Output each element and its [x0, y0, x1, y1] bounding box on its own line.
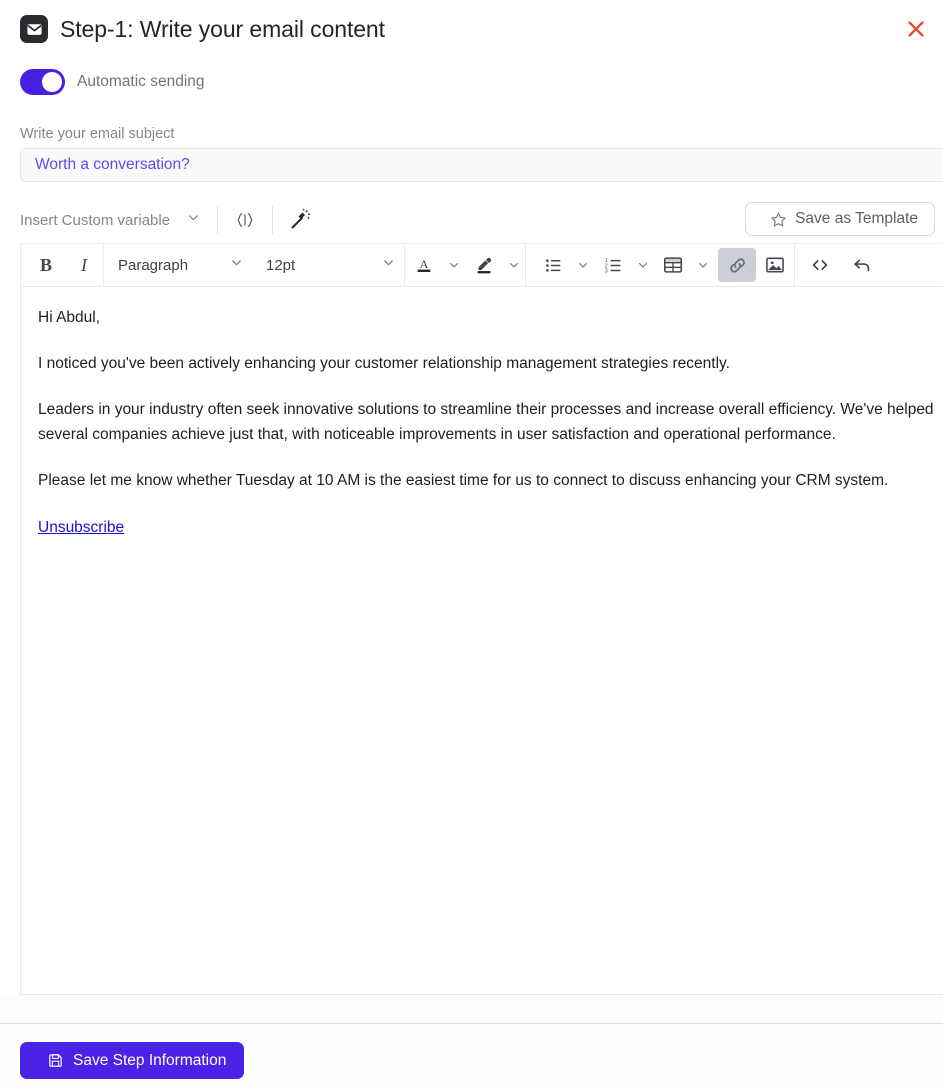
editor-bottom-gap: [0, 995, 943, 1023]
chevron-down-icon: [381, 255, 396, 275]
font-size-value: 12pt: [266, 256, 296, 274]
automatic-sending-label: Automatic sending: [77, 73, 205, 90]
toolbar-group-format: Paragraph 12pt: [104, 244, 404, 287]
star-icon: [770, 211, 787, 228]
email-paragraph-1: I noticed you've been actively enhancing…: [38, 355, 730, 373]
text-color-icon[interactable]: A: [405, 248, 443, 282]
mail-icon: [20, 15, 48, 43]
save-step-information-label: Save Step Information: [73, 1051, 227, 1069]
subject-value: Worth a conversation?: [35, 156, 190, 173]
automatic-sending-row: Automatic sending: [20, 69, 205, 95]
subject-label: Write your email subject: [20, 126, 175, 142]
curly-braces-icon[interactable]: [218, 203, 272, 237]
email-body-editor[interactable]: Hi Abdul, I noticed you've been actively…: [21, 287, 943, 995]
toolbar-group-misc: [795, 244, 881, 287]
svg-text:A: A: [420, 257, 429, 271]
rich-text-editor: B I Paragraph 12pt A 1 2 3 Hi Abdul, I n…: [20, 243, 943, 995]
numbered-list-icon[interactable]: 1 2 3: [594, 248, 632, 282]
highlight-color-icon[interactable]: [465, 248, 503, 282]
undo-icon[interactable]: [843, 248, 881, 282]
bullet-list-chevron-down-icon[interactable]: [572, 248, 594, 282]
highlight-color-chevron-down-icon[interactable]: [503, 248, 525, 282]
bold-button[interactable]: B: [27, 248, 65, 282]
dialog-header: Step-1: Write your email content: [20, 10, 927, 48]
text-color-chevron-down-icon[interactable]: [443, 248, 465, 282]
table-chevron-down-icon[interactable]: [692, 248, 714, 282]
floppy-disk-icon: [47, 1052, 64, 1069]
dialog-footer: Save Step Information: [0, 1024, 943, 1085]
source-code-icon[interactable]: [801, 248, 839, 282]
save-as-template-label: Save as Template: [795, 210, 918, 227]
font-size-select[interactable]: 12pt: [252, 248, 404, 282]
magic-wand-icon[interactable]: [273, 203, 327, 237]
svg-text:3: 3: [604, 268, 607, 274]
email-paragraph-2: Leaders in your industry often seek inno…: [38, 401, 934, 444]
numbered-list-chevron-down-icon[interactable]: [632, 248, 654, 282]
page-title: Step-1: Write your email content: [60, 15, 385, 42]
toolbar-group-lists: 1 2 3: [526, 244, 794, 287]
editor-toolbar: B I Paragraph 12pt A 1 2 3: [21, 243, 943, 287]
email-greeting: Hi Abdul,: [38, 309, 101, 326]
automatic-sending-toggle[interactable]: [20, 69, 65, 95]
email-step-dialog: Step-1: Write your email content Automat…: [0, 0, 943, 1085]
image-icon[interactable]: [756, 248, 794, 282]
subject-input[interactable]: Worth a conversation?: [20, 148, 943, 182]
toolbar-group-color: A: [405, 244, 525, 287]
block-format-value: Paragraph: [118, 256, 189, 274]
block-format-select[interactable]: Paragraph: [104, 248, 252, 282]
italic-button[interactable]: I: [65, 248, 103, 282]
toolbar-group-style: B I: [27, 244, 103, 287]
email-unsubscribe-paragraph: Unsubscribe: [38, 515, 936, 540]
insert-custom-variable-select[interactable]: Insert Custom variable: [20, 200, 217, 240]
link-icon[interactable]: [718, 248, 756, 282]
email-paragraph-3: Please let me know whether Tuesday at 10…: [38, 472, 889, 490]
insert-custom-variable-label: Insert Custom variable: [20, 211, 171, 229]
unsubscribe-link[interactable]: Unsubscribe: [38, 519, 124, 536]
save-as-template-button[interactable]: Save as Template: [745, 202, 935, 236]
bullet-list-icon[interactable]: [534, 248, 572, 282]
chevron-down-icon: [229, 255, 244, 275]
save-step-information-button[interactable]: Save Step Information: [20, 1042, 245, 1079]
toggle-knob: [42, 72, 62, 92]
close-icon[interactable]: [899, 12, 933, 46]
chevron-down-icon: [186, 210, 201, 230]
table-icon[interactable]: [654, 248, 692, 282]
